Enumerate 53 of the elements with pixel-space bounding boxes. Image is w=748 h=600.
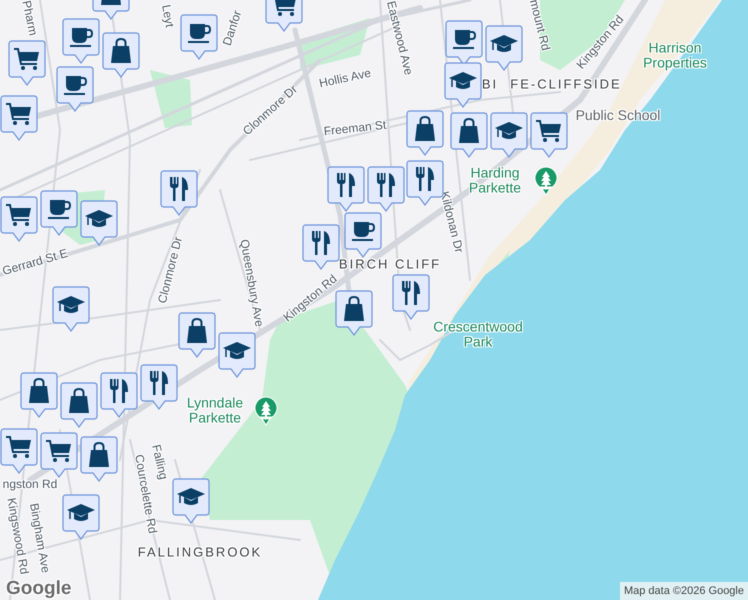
park-area [150,70,192,128]
fork-knife-icon [402,281,420,305]
street-label: Pharm [20,0,40,37]
graduation-cap-icon [490,35,518,52]
fork-knife-icon [110,379,128,403]
cart-icon [536,120,561,142]
street-label: Freeman St [323,118,387,138]
street-label: Clonmore Dr [156,236,184,304]
logo: Google [6,579,72,598]
street-label: ngston Rd [2,478,58,490]
neighborhood-label: BI [482,78,498,90]
park-label: Harrison Properties [642,40,708,70]
park-area [300,18,370,70]
fork-knife-icon [416,167,434,191]
cup-icon [48,200,71,219]
street-label: Hollis Ave [318,66,372,90]
cart-icon [6,103,31,125]
street-label: Falling [150,443,170,481]
cart-icon [14,48,39,70]
graduation-cap-icon [57,296,85,313]
fork-knife-icon [337,173,355,197]
street-label: Gerrard St E [0,246,70,278]
street-label: Queensbury Ave [238,238,266,328]
fork-knife-icon [312,231,330,255]
cup-icon [64,76,87,95]
street-label: mount Rd [528,0,552,52]
cart-icon [6,436,31,458]
fork-knife-icon [170,177,188,201]
graduation-cap-icon [223,342,251,359]
park-label: Lynndale Parkette [186,395,244,425]
neighborhood-label: FE-CLIFFSIDE [510,78,622,90]
graduation-cap-icon [85,210,113,227]
cup-icon [352,222,375,241]
attribution-text: Map data ©2026 Google [620,582,748,600]
tree-icon[interactable] [254,396,278,426]
graduation-cap-icon [495,122,523,139]
cart-icon [46,440,71,462]
cup-icon [453,30,476,49]
street-label: Danfor [220,9,244,47]
street-label: Kildonan Dr [438,190,466,254]
park-label: Harding Parkette [468,165,522,195]
neighborhood-label: FALLINGBROOK [138,546,262,558]
graduation-cap-icon [449,72,477,89]
cup-icon [188,24,211,43]
neighborhood-label: BIRCH CLIFF [338,258,442,270]
graduation-cap-icon [177,488,205,505]
tree-icon[interactable] [534,166,558,196]
graduation-cap-icon [67,504,95,521]
fork-knife-icon [150,371,168,395]
cup-icon [70,28,93,47]
cart-icon [6,204,31,226]
street-label: Leyt [160,4,176,28]
fork-knife-icon [377,173,395,197]
